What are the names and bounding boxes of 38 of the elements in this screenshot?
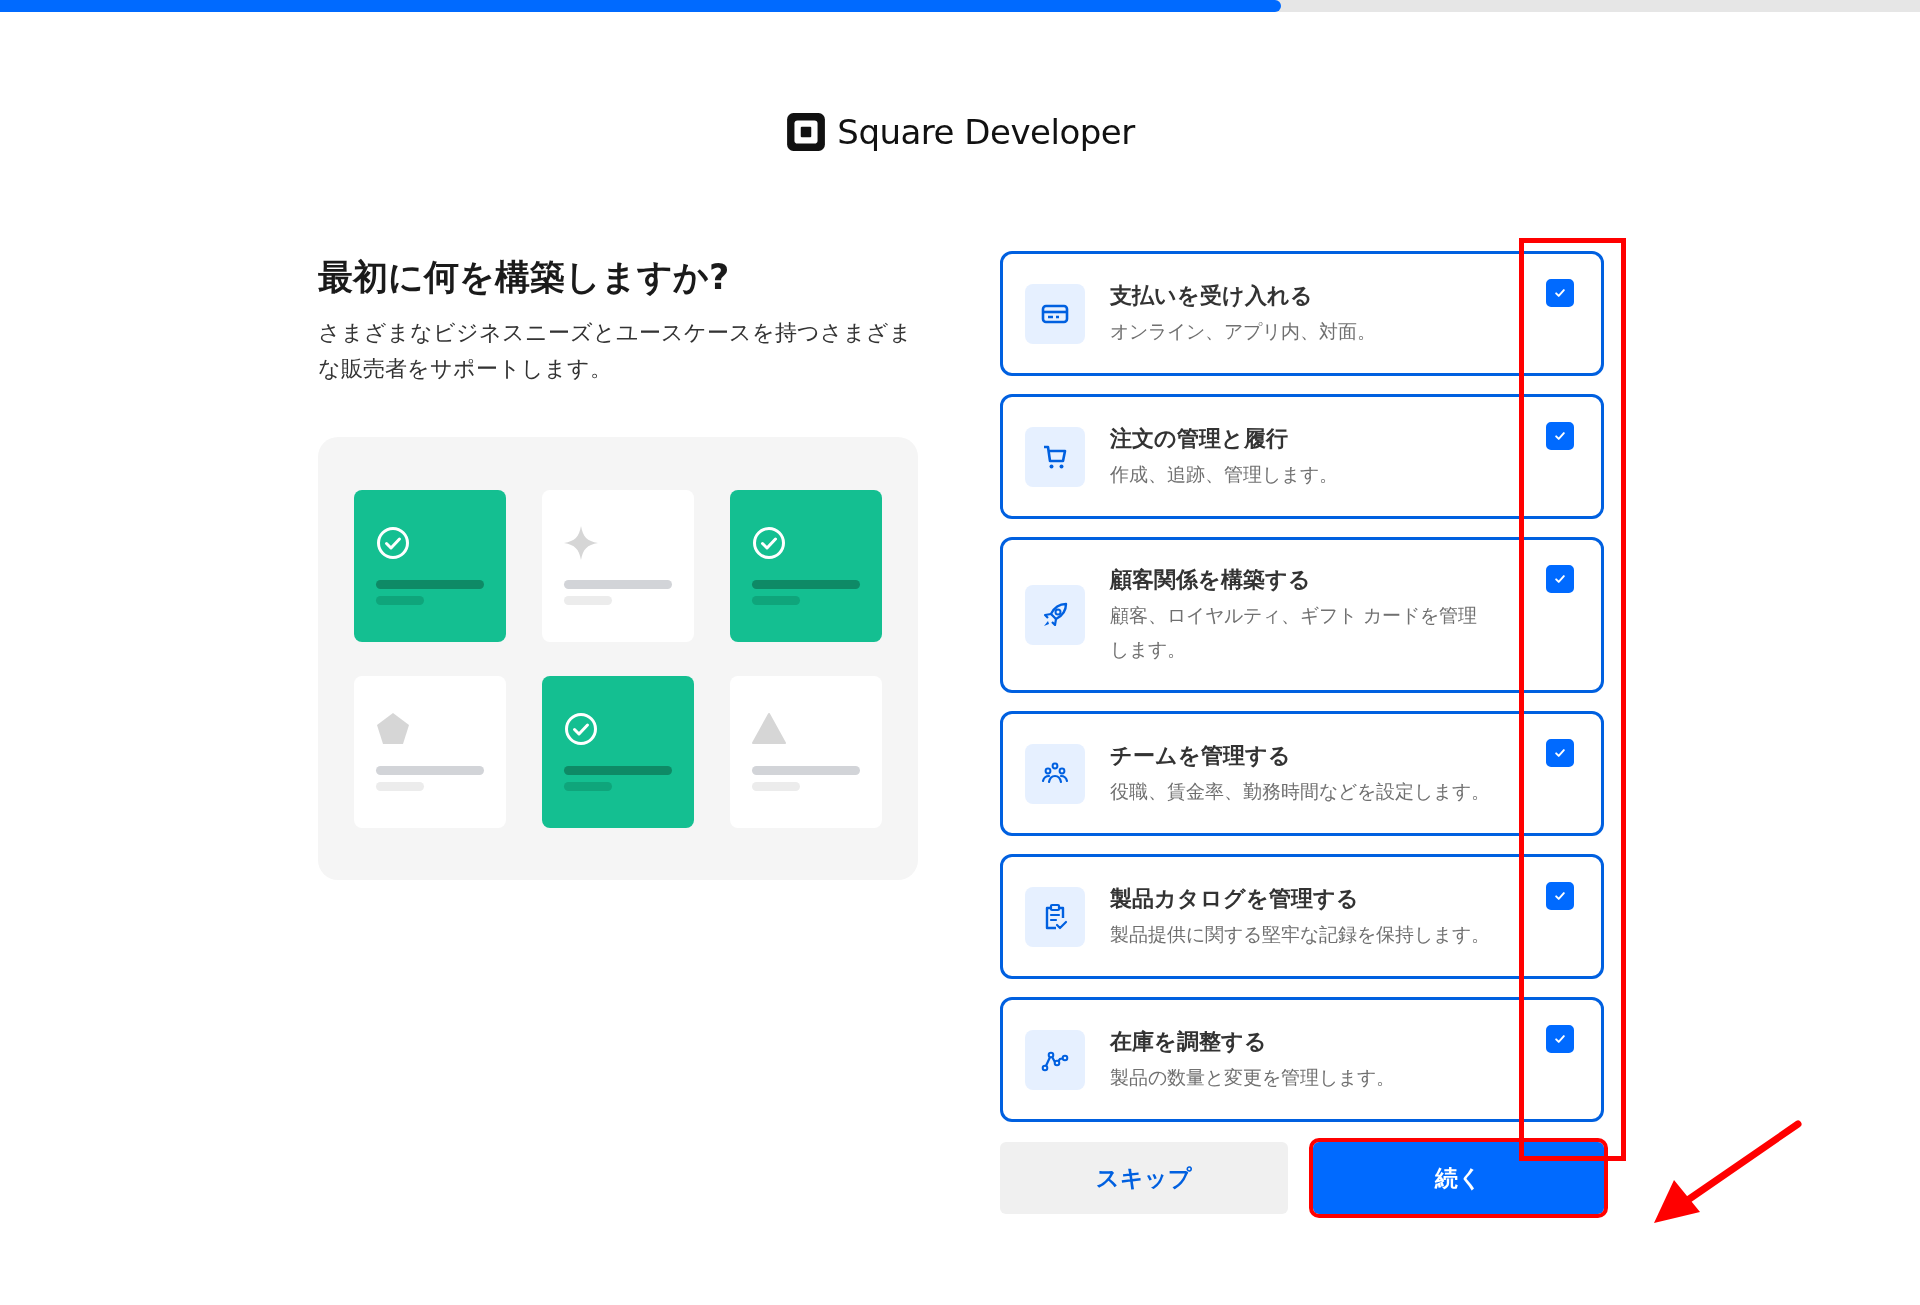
check-circle-icon bbox=[752, 525, 786, 560]
option-description: 製品の数量と変更を管理します。 bbox=[1110, 1064, 1395, 1090]
option-title: 注文の管理と履行 bbox=[1110, 424, 1289, 453]
logo-icon bbox=[785, 111, 828, 153]
placeholder-line bbox=[564, 781, 612, 791]
option-card[interactable]: チームを管理する 役職、賃金率、勤務時間などを設定します。 bbox=[1000, 711, 1604, 836]
option-card[interactable]: 製品カタログを管理する 製品提供に関する堅牢な記録を保持します。 bbox=[1000, 854, 1604, 979]
option-title: 製品カタログを管理する bbox=[1110, 884, 1360, 913]
option-card[interactable]: 支払いを受け入れる オンライン、アプリ内、対面。 bbox=[1000, 251, 1604, 376]
checkbox[interactable] bbox=[1546, 739, 1574, 767]
sparkle-icon bbox=[564, 525, 598, 560]
option-description: オンライン、アプリ内、対面。 bbox=[1110, 318, 1376, 344]
option-description: 役職、賃金率、勤務時間などを設定します。 bbox=[1110, 778, 1490, 804]
logo-text: Square Developer bbox=[837, 112, 1135, 152]
page-heading: 最初に何を構築しますか? bbox=[318, 256, 731, 299]
option-title: チームを管理する bbox=[1110, 741, 1292, 770]
option-description: 顧客、ロイヤルティ、ギフト カードを管理します。 bbox=[1110, 603, 1479, 662]
option-description: 作成、追跡、管理します。 bbox=[1110, 461, 1338, 487]
pentagon-icon bbox=[376, 711, 410, 746]
checkbox[interactable] bbox=[1546, 422, 1574, 450]
page-description: さまざまなビジネスニーズとユースケースを持つさまざまな販売者をサポートします。 bbox=[318, 318, 913, 383]
option-title: 顧客関係を構築する bbox=[1110, 566, 1312, 594]
placeholder-line bbox=[752, 595, 800, 605]
checkbox[interactable] bbox=[1546, 565, 1574, 593]
checkbox[interactable] bbox=[1546, 882, 1574, 910]
triangle-icon bbox=[752, 711, 786, 746]
placeholder-line bbox=[376, 595, 424, 605]
option-title: 在庫を調整する bbox=[1110, 1027, 1268, 1056]
option-card[interactable]: 注文の管理と履行 作成、追跡、管理します。 bbox=[1000, 394, 1604, 519]
option-card[interactable]: 在庫を調整する 製品の数量と変更を管理します。 bbox=[1000, 997, 1604, 1122]
option-card[interactable]: 顧客関係を構築する 顧客、ロイヤルティ、ギフト カードを管理します。 bbox=[1000, 537, 1604, 693]
checkbox[interactable] bbox=[1546, 1025, 1574, 1053]
skip-button[interactable]: スキップ bbox=[1000, 1142, 1288, 1214]
check-circle-icon bbox=[564, 711, 598, 746]
check-circle-icon bbox=[376, 525, 410, 560]
option-title: 支払いを受け入れる bbox=[1110, 281, 1314, 310]
checkbox[interactable] bbox=[1546, 279, 1574, 307]
option-description: 製品提供に関する堅牢な記録を保持します。 bbox=[1110, 921, 1490, 947]
